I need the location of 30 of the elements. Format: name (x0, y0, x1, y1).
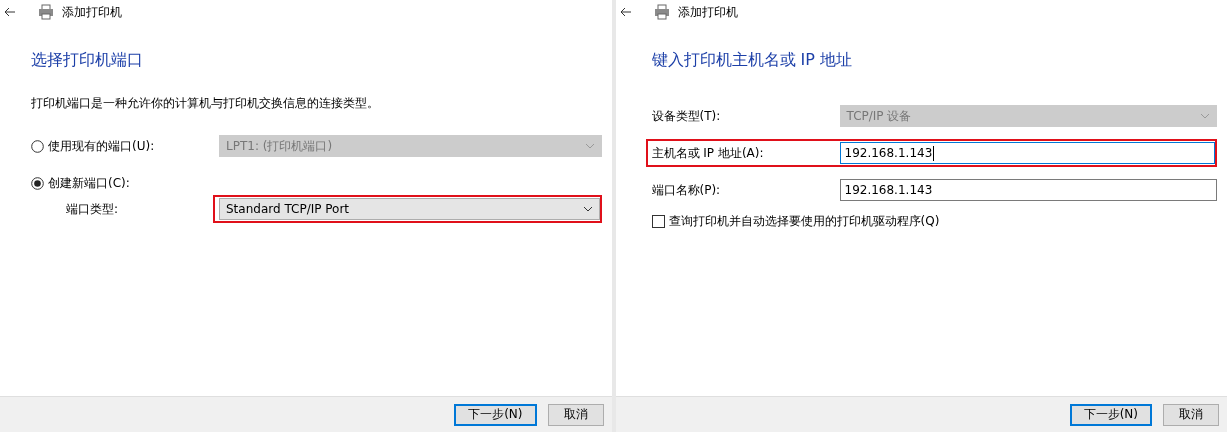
description-text: 打印机端口是一种允许你的计算机与打印机交换信息的连接类型。 (31, 95, 380, 112)
window-title: 添加打印机 (677, 3, 738, 21)
chevron-down-icon (1200, 113, 1210, 119)
next-button[interactable]: 下一步(N) (1069, 403, 1152, 426)
checkbox-label: 查询打印机并自动选择要使用的打印机驱动程序(Q) (668, 212, 940, 230)
checkbox[interactable] (651, 214, 665, 228)
radio-label: 创建新端口(C): (48, 174, 130, 192)
radio-button[interactable] (31, 176, 44, 190)
input-field[interactable]: 192.168.1.143 (839, 142, 1215, 164)
field-label: 端口名称(P): (651, 181, 722, 199)
back-arrow-icon[interactable] (619, 7, 632, 17)
next-button[interactable]: 下一步(N) (454, 403, 537, 426)
field-label: 主机名或 IP 地址(A): (651, 144, 765, 162)
input-field[interactable]: 192.168.1.143 (839, 179, 1217, 201)
chevron-down-icon (582, 206, 593, 212)
cancel-button[interactable]: 取消 (1163, 403, 1219, 426)
chevron-down-icon (584, 143, 595, 149)
radio-label: 使用现有的端口(U): (48, 137, 155, 155)
field-label: 设备类型(T): (651, 107, 722, 125)
page-heading: 键入打印机主机名或 IP 地址 (651, 50, 854, 71)
back-arrow-icon[interactable] (4, 7, 16, 17)
field-label: 端口类型: (66, 200, 120, 218)
text-cursor (933, 145, 935, 161)
window-title: 添加打印机 (62, 3, 122, 21)
printer-icon (653, 4, 670, 20)
cancel-button[interactable]: 取消 (547, 403, 604, 426)
printer-icon (38, 4, 54, 20)
page-heading: 选择打印机端口 (31, 50, 144, 71)
radio-button[interactable] (31, 139, 44, 153)
dropdown[interactable]: Standard TCP/IP Port (219, 198, 600, 220)
